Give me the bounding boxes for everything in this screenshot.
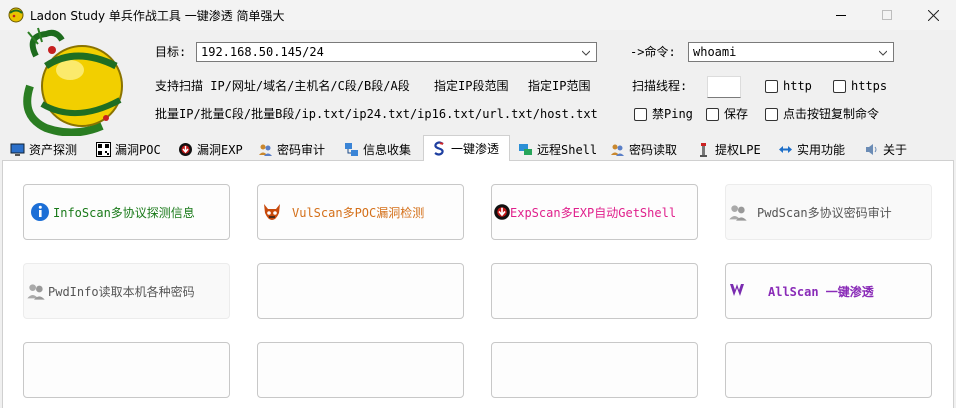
ip-range-link[interactable]: 指定IP段范围 [434,78,508,94]
window-title: Ladon Study 单兵作战工具 一键渗透 简单强大 [30,9,285,23]
tab-label: 密码读取 [629,142,678,157]
dragon-logo [23,27,123,136]
tab-label: 密码审计 [277,142,326,157]
arrows-icon [779,145,792,153]
maximize-button[interactable] [864,0,910,30]
tab-label: 实用功能 [797,142,846,157]
tab-utilities[interactable]: 实用功能 [770,138,856,160]
tab-password-read[interactable]: 密码读取 [602,138,688,160]
maximize-icon [882,10,892,20]
target-label: 目标: [155,45,187,59]
tab-vuln-exp[interactable]: 漏洞EXP [170,138,250,160]
button-label: ExpScan多EXP自动GetShell [510,206,677,220]
tab-privilege-lpe[interactable]: 提权LPE [688,138,770,160]
tab-label: 关于 [883,142,908,157]
noping-checkbox[interactable] [634,108,647,121]
close-button[interactable] [910,0,956,30]
http-checkbox[interactable] [765,80,778,93]
pwdinfo-button[interactable]: PwdInfo读取本机各种密码 [23,263,230,319]
chevron-down-icon [879,50,887,56]
expscan-button[interactable]: ExpScan多EXP自动GetShell [491,184,698,240]
target-combobox[interactable]: 192.168.50.145/24 [196,42,597,62]
batch-label[interactable]: 批量IP/批量C段/批量B段/ip.txt/ip24.txt/ip16.txt/… [155,106,598,122]
button-label: VulScan多POC漏洞检测 [292,206,425,220]
tab-label: 漏洞EXP [197,142,243,157]
tab-label: 提权LPE [715,142,761,157]
tab-strip: 资产探测 漏洞POC 漏洞EXP 密码审计 信息收集 一键渗透 远程Shell … [0,135,956,161]
tab-one-click-pentest[interactable]: 一键渗透 [423,135,510,161]
button-label: PwdInfo读取本机各种密码 [48,285,195,299]
empty-button-6[interactable] [257,263,464,319]
command-combobox[interactable]: whoami [688,42,894,62]
infoscan-button[interactable]: InfoScan多协议探测信息 [23,184,230,240]
copycmd-label: 点击按钮复制命令 [783,107,880,121]
title-bar: Ladon Study 单兵作战工具 一键渗透 简单强大 [0,0,956,30]
empty-button-12[interactable] [725,342,932,398]
tab-asset-probe[interactable]: 资产探测 [2,138,88,160]
users-icon [729,205,747,221]
tab-label: 远程Shell [537,142,598,157]
tab-about[interactable]: 关于 [856,138,914,160]
empty-button-10[interactable] [257,342,464,398]
devil-mask-icon [264,204,280,220]
empty-button-9[interactable] [23,342,230,398]
tab-vuln-poc[interactable]: 漏洞POC [88,138,170,160]
vs-logo-icon [730,284,744,296]
remote-icon [519,143,532,155]
save-checkbox[interactable] [706,108,719,121]
tab-label: 信息收集 [363,142,412,157]
noping-label: 禁Ping [652,107,693,121]
https-label: https [851,79,888,93]
empty-button-7[interactable] [491,263,698,319]
save-label: 保存 [724,107,749,121]
users-icon [27,284,45,300]
button-label: PwdScan多协议密码审计 [757,206,892,220]
tab-info-gather[interactable]: 信息收集 [336,138,422,160]
tab-remote-shell[interactable]: 远程Shell [510,138,602,160]
command-label: ->命令: [630,45,676,59]
exploit-icon [179,142,192,156]
pwdscan-button[interactable]: PwdScan多协议密码审计 [725,184,932,240]
ip-range2-link[interactable]: 指定IP范围 [528,78,590,94]
vulscan-button[interactable]: VulScan多POC漏洞检测 [257,184,464,240]
target-value: 192.168.50.145/24 [201,45,324,59]
scan-support-label: 支持扫描 IP/网址/域名/主机名/C段/B段/A段 [155,79,410,93]
qr-code-icon [96,141,111,157]
close-icon [927,9,939,21]
button-label: InfoScan多协议探测信息 [53,206,195,220]
tower-icon [700,142,707,157]
dragon-ball-icon [8,7,24,23]
chevron-down-icon [582,50,590,56]
tab-label: 一键渗透 [451,142,500,156]
minimize-button[interactable] [818,0,864,30]
https-checkbox[interactable] [833,80,846,93]
tab-label: 漏洞POC [115,142,161,157]
tab-label: 资产探测 [29,142,78,157]
copycmd-checkbox[interactable] [765,108,778,121]
http-label: http [783,79,812,93]
network-icon [345,142,358,156]
info-icon [31,203,49,221]
s-logo-icon [434,141,444,156]
speaker-icon [866,143,877,155]
minimize-icon [836,14,846,16]
allscan-button[interactable]: AllScan 一键渗透 [725,263,932,319]
command-value: whoami [693,45,737,59]
users-key-icon [611,144,624,156]
users-icon [259,144,272,156]
empty-button-11[interactable] [491,342,698,398]
button-label: AllScan 一键渗透 [768,285,874,299]
threads-label: 扫描线程: [632,79,688,93]
monitor-icon [10,143,25,156]
exploit-icon [494,204,510,220]
tab-password-audit[interactable]: 密码审计 [250,138,336,160]
threads-input[interactable] [707,76,741,98]
